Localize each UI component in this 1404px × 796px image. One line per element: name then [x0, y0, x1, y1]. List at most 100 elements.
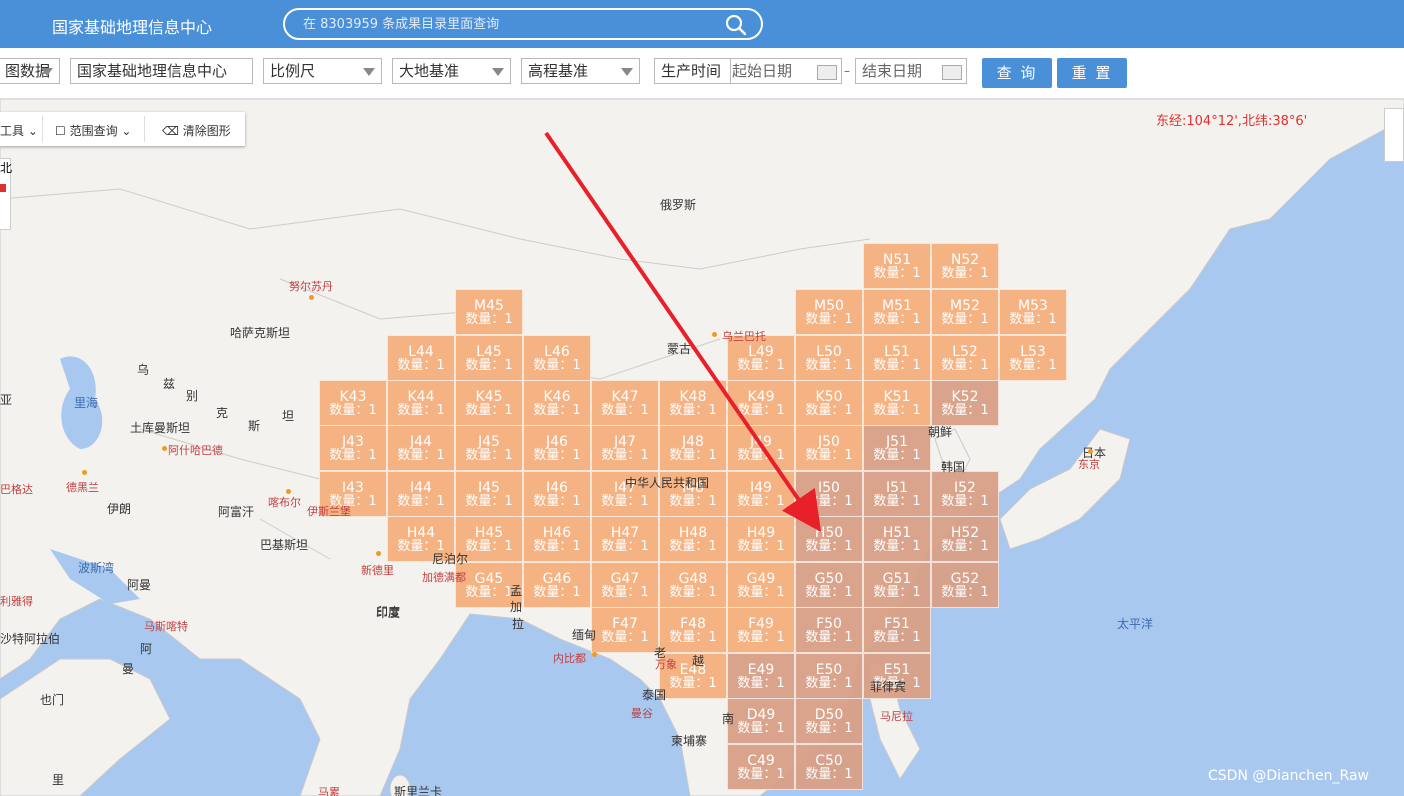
map-tile[interactable]: K45 数量：1: [455, 380, 523, 426]
map-tile[interactable]: L50 数量：1: [795, 335, 863, 381]
map-canvas[interactable]: N51 数量：1 N52 数量：1 M45 数量：1 M50 数量：1 M51 数量：1 M52 数量…: [0, 99, 1404, 796]
map-tile[interactable]: H52 数量：1: [931, 516, 999, 562]
map-tile[interactable]: H46 数量：1: [523, 516, 591, 562]
map-tile[interactable]: J47 数量：1: [591, 425, 659, 471]
map-tile[interactable]: F48 数量：1: [659, 607, 727, 653]
map-tile[interactable]: I52 数量：1: [931, 471, 999, 517]
tile-count: 数量：1: [805, 494, 853, 509]
map-tile[interactable]: D50 数量：1: [795, 698, 863, 744]
start-date-input[interactable]: 起始日期: [732, 59, 792, 83]
tools-menu[interactable]: 工具 ⌄: [0, 122, 38, 139]
map-tile[interactable]: K48 数量：1: [659, 380, 727, 426]
tile-count: 数量：1: [533, 539, 581, 554]
map-tile[interactable]: J50 数量：1: [795, 425, 863, 471]
map-tile[interactable]: M51 数量：1: [863, 289, 931, 335]
map-tile[interactable]: J46 数量：1: [523, 425, 591, 471]
tile-count: 数量：1: [873, 494, 921, 509]
tile-count: 数量：1: [941, 539, 989, 554]
map-tile[interactable]: K47 数量：1: [591, 380, 659, 426]
map-tile[interactable]: M50 数量：1: [795, 289, 863, 335]
map-tile[interactable]: L46 数量：1: [523, 335, 591, 381]
map-tile[interactable]: H50 数量：1: [795, 516, 863, 562]
map-tile[interactable]: J49 数量：1: [727, 425, 795, 471]
side-panel[interactable]: 北: [0, 158, 12, 230]
search-box[interactable]: [283, 8, 763, 40]
city-label: 巴格达: [0, 483, 33, 496]
map-tile[interactable]: L44 数量：1: [387, 335, 455, 381]
query-button[interactable]: 查 询: [982, 58, 1052, 88]
clear-shapes-button[interactable]: ⌫ 清除图形: [162, 122, 231, 139]
map-tile[interactable]: H48 数量：1: [659, 516, 727, 562]
map-tile[interactable]: E49 数量：1: [727, 653, 795, 699]
map-tile[interactable]: I49 数量：1: [727, 471, 795, 517]
map-tile[interactable]: K44 数量：1: [387, 380, 455, 426]
map-label: 尼泊尔: [432, 552, 469, 566]
map-tile[interactable]: H47 数量：1: [591, 516, 659, 562]
calendar-icon[interactable]: [942, 65, 962, 80]
map-tile[interactable]: G46 数量：1: [523, 562, 591, 608]
map-tile[interactable]: L51 数量：1: [863, 335, 931, 381]
tile-count: 数量：1: [601, 539, 649, 554]
map-tile[interactable]: C49 数量：1: [727, 744, 795, 790]
tile-count: 数量：1: [533, 358, 581, 373]
map-tile[interactable]: F50 数量：1: [795, 607, 863, 653]
map-tile[interactable]: G49 数量：1: [727, 562, 795, 608]
tile-code: L52: [952, 344, 978, 360]
map-tile[interactable]: K43 数量：1: [319, 380, 387, 426]
map-tile[interactable]: J48 数量：1: [659, 425, 727, 471]
search-icon[interactable]: [725, 14, 747, 36]
map-tile[interactable]: L52 数量：1: [931, 335, 999, 381]
map-tile[interactable]: K46 数量：1: [523, 380, 591, 426]
map-tile[interactable]: J45 数量：1: [455, 425, 523, 471]
tile-count: 数量：1: [873, 312, 921, 327]
map-tile[interactable]: G48 数量：1: [659, 562, 727, 608]
sea-label: 里海: [74, 396, 99, 410]
data-type-select[interactable]: 图数据: [0, 58, 60, 84]
basemap-switcher[interactable]: [1384, 108, 1404, 162]
map-tile[interactable]: N52 数量：1: [931, 243, 999, 289]
range-query-menu[interactable]: ☐ 范围查询 ⌄: [55, 122, 131, 139]
map-tile[interactable]: K50 数量：1: [795, 380, 863, 426]
calendar-icon[interactable]: [817, 65, 837, 80]
map-tile[interactable]: H49 数量：1: [727, 516, 795, 562]
date-separator: –: [844, 64, 850, 78]
capital-dot: [286, 489, 291, 494]
map-tile[interactable]: J44 数量：1: [387, 425, 455, 471]
map-tile[interactable]: L53 数量：1: [999, 335, 1067, 381]
height-datum-select[interactable]: 高程基准: [521, 58, 640, 84]
map-tile[interactable]: L45 数量：1: [455, 335, 523, 381]
map-tile[interactable]: D49 数量：1: [727, 698, 795, 744]
map-tile[interactable]: F51 数量：1: [863, 607, 931, 653]
scale-select[interactable]: 比例尺: [263, 58, 382, 84]
search-input[interactable]: [301, 16, 705, 33]
reset-button[interactable]: 重 置: [1057, 58, 1127, 88]
geodetic-datum-select[interactable]: 大地基准: [392, 58, 511, 84]
map-tile[interactable]: K52 数量：1: [931, 380, 999, 426]
map-tile[interactable]: N51 数量：1: [863, 243, 931, 289]
map-tile[interactable]: E50 数量：1: [795, 653, 863, 699]
end-date-input[interactable]: 结束日期: [855, 58, 967, 84]
map-tile[interactable]: I51 数量：1: [863, 471, 931, 517]
map-tile[interactable]: M45 数量：1: [455, 289, 523, 335]
map-tile[interactable]: I50 数量：1: [795, 471, 863, 517]
map-tile[interactable]: M53 数量：1: [999, 289, 1067, 335]
map-tile[interactable]: I44 数量：1: [387, 471, 455, 517]
map-tile[interactable]: K51 数量：1: [863, 380, 931, 426]
tile-code: J44: [410, 434, 432, 450]
map-tile[interactable]: G50 数量：1: [795, 562, 863, 608]
map-tile[interactable]: K49 数量：1: [727, 380, 795, 426]
map-tile[interactable]: F49 数量：1: [727, 607, 795, 653]
map-tile[interactable]: G51 数量：1: [863, 562, 931, 608]
map-tile[interactable]: J51 数量：1: [863, 425, 931, 471]
map-tile[interactable]: F47 数量：1: [591, 607, 659, 653]
map-tile[interactable]: I45 数量：1: [455, 471, 523, 517]
map-tile[interactable]: G52 数量：1: [931, 562, 999, 608]
provider-field[interactable]: 国家基础地理信息中心: [70, 58, 253, 84]
tile-count: 数量：1: [601, 403, 649, 418]
map-tile[interactable]: M52 数量：1: [931, 289, 999, 335]
map-tile[interactable]: J43 数量：1: [319, 425, 387, 471]
map-tile[interactable]: G47 数量：1: [591, 562, 659, 608]
map-tile[interactable]: C50 数量：1: [795, 744, 863, 790]
map-tile[interactable]: I46 数量：1: [523, 471, 591, 517]
map-tile[interactable]: H51 数量：1: [863, 516, 931, 562]
